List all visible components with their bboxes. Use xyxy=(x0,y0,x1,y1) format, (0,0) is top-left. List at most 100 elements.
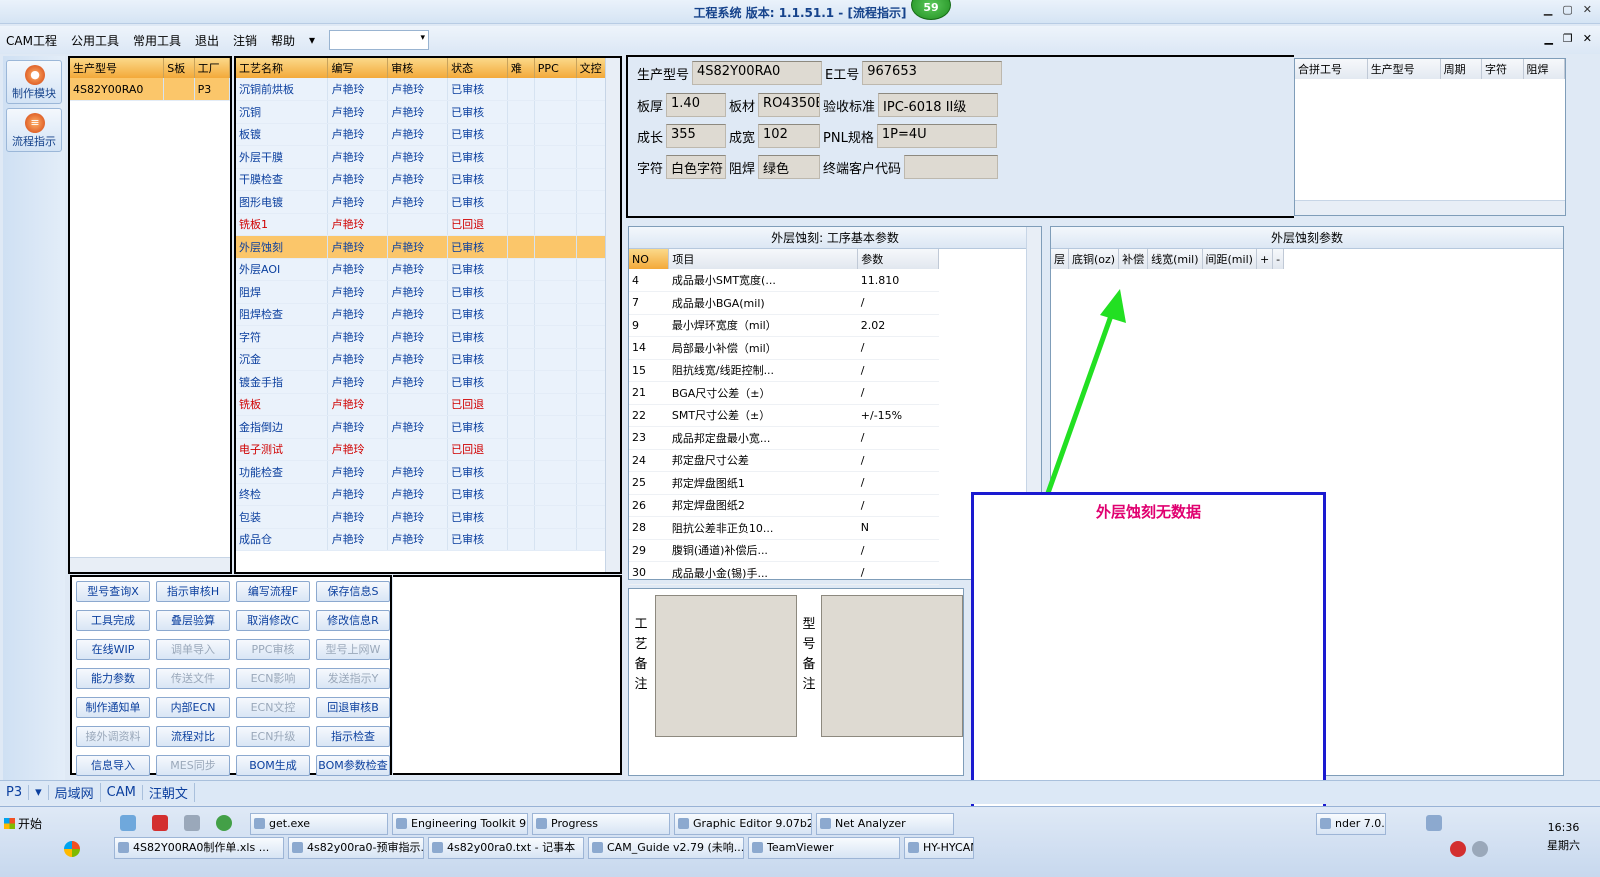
menu-public-tools[interactable]: 公用工具 xyxy=(71,32,119,49)
model-col-header[interactable]: 工厂 xyxy=(194,58,231,78)
action-button[interactable]: 接外调资料 xyxy=(76,726,150,747)
taskbar-button[interactable]: Engineering Toolkit 9.... xyxy=(392,813,528,835)
action-button[interactable]: 指示审核H xyxy=(156,581,230,602)
etch-col-header[interactable]: 层 xyxy=(1051,249,1069,269)
table-row[interactable]: 7 成品最小BGA(mil) / xyxy=(629,291,939,315)
process-col-header[interactable]: 编写 xyxy=(327,58,389,78)
table-row[interactable]: 26 邦定焊盘图纸2/ xyxy=(629,494,939,517)
status-dropdown-icon[interactable]: ▾ xyxy=(29,785,49,800)
table-row[interactable]: 外层干膜 卢艳玲 卢艳玲 已审核 xyxy=(236,145,621,169)
process-col-header[interactable]: PPC xyxy=(534,58,577,78)
action-button[interactable]: 编写流程F xyxy=(236,581,310,602)
taskbar-button[interactable]: 4s82y00ra0-预审指示.x... xyxy=(288,837,424,859)
action-button[interactable]: BOM生成 xyxy=(236,755,310,776)
process-col-header[interactable]: 工艺名称 xyxy=(236,58,329,78)
table-row[interactable]: 外层AOI 卢艳玲 卢艳玲 已审核 xyxy=(236,258,621,281)
maximize-icon[interactable]: ▢ xyxy=(1562,3,1572,16)
table-row[interactable]: 沉铜 卢艳玲 卢艳玲 已审核 xyxy=(236,100,621,124)
etch-col-header[interactable]: - xyxy=(1272,249,1285,269)
mask-field[interactable]: 绿色 xyxy=(758,155,821,179)
table-row[interactable]: 24 邦定盘尺寸公差 / xyxy=(629,449,939,472)
action-button[interactable]: MES同步 xyxy=(156,755,230,776)
action-button[interactable]: 修改信息R xyxy=(316,610,390,631)
process-vscroll[interactable] xyxy=(605,58,620,572)
table-row[interactable]: 包装 卢艳玲 卢艳玲 已审核 xyxy=(236,505,621,529)
table-row[interactable]: 9 最小焊环宽度（mil） 2.02 xyxy=(629,314,939,337)
action-button[interactable]: 型号查询X xyxy=(76,581,150,602)
taskbar-button[interactable]: Progress xyxy=(532,813,670,835)
customer-field[interactable] xyxy=(904,155,999,179)
table-row[interactable]: 25 邦定焊盘图纸1/ xyxy=(629,471,939,495)
params-col-header[interactable]: 参数 xyxy=(857,249,939,269)
etch-col-header[interactable]: 补偿 xyxy=(1118,249,1149,269)
etch-col-header[interactable]: 线宽(mil) xyxy=(1147,249,1203,269)
combine-col-header[interactable]: 字符 xyxy=(1481,59,1524,79)
close-icon[interactable]: ✕ xyxy=(1583,3,1592,16)
action-button[interactable]: 工具完成 xyxy=(76,610,150,631)
taskbar-button[interactable]: HY-HYCAM xyxy=(904,837,974,859)
combine-hscroll[interactable] xyxy=(1295,200,1565,215)
table-row[interactable]: 21 BGA尺寸公差（±） / xyxy=(629,381,939,405)
table-row[interactable]: 22 SMT尺寸公差（±） +/-15% xyxy=(629,404,939,427)
table-row[interactable]: 图形电镀 卢艳玲 卢艳玲 已审核 xyxy=(236,190,621,214)
make-module-button[interactable]: ● 制作模块 xyxy=(6,60,62,104)
action-button[interactable]: 调单导入 xyxy=(156,639,230,660)
taskbar-button[interactable]: 4s82y00ra0.txt - 记事本 xyxy=(428,837,584,859)
standard-field[interactable]: IPC-6018 II级 xyxy=(878,93,999,117)
table-row[interactable]: 沉金 卢艳玲 卢艳玲 已审核 xyxy=(236,348,621,371)
eno-field[interactable]: 967653 xyxy=(862,61,1003,85)
table-row[interactable]: 字符 卢艳玲 卢艳玲 已审核 xyxy=(236,325,621,349)
model-col-header[interactable]: S板 xyxy=(163,58,195,78)
table-row[interactable]: 铣板1 卢艳玲 已回退 xyxy=(236,213,621,236)
minimize-icon[interactable]: ▁ xyxy=(1544,3,1552,16)
volume-icon[interactable] xyxy=(1472,841,1488,857)
action-button[interactable]: 指示检查 xyxy=(316,726,390,747)
menu-help[interactable]: 帮助 xyxy=(271,32,295,49)
quicklaunch-calc-icon[interactable] xyxy=(184,815,200,831)
action-button[interactable]: 保存信息S xyxy=(316,581,390,602)
combine-col-header[interactable]: 合拼工号 xyxy=(1295,59,1368,79)
taskbar-button[interactable]: 4S82Y00RA0制作单.xls ... xyxy=(114,837,284,859)
action-button[interactable]: 能力参数 xyxy=(76,668,150,689)
menu-common-tools[interactable]: 常用工具 xyxy=(133,32,181,49)
taskbar-button[interactable]: CAM_Guide v2.79 (未响... xyxy=(588,837,744,859)
quicklaunch-browser-icon[interactable] xyxy=(216,815,232,831)
flow-guide-button[interactable]: ≡ 流程指示 xyxy=(6,108,62,152)
table-row[interactable]: 15 阻抗线宽/线距控制... / xyxy=(629,359,939,382)
table-row[interactable]: 29 腹铜(通道)补偿后... / xyxy=(629,539,939,562)
action-button[interactable]: 在线WIP xyxy=(76,639,150,660)
action-button[interactable]: PPC审核 xyxy=(236,639,310,660)
action-button[interactable]: ECN文控 xyxy=(236,697,310,718)
table-row[interactable]: 阻焊 卢艳玲 卢艳玲 已审核 xyxy=(236,280,621,304)
material-field[interactable]: RO4350B xyxy=(758,93,821,117)
table-row[interactable]: 23 成品邦定盘最小宽... / xyxy=(629,426,939,450)
table-row[interactable]: 沉铜前烘板 卢艳玲 卢艳玲 已审核 xyxy=(236,78,621,101)
table-row[interactable]: 4 成品最小SMT宽度(... 11.810 xyxy=(629,269,939,292)
char-field[interactable]: 白色字符 xyxy=(666,155,727,179)
table-row[interactable]: 终检 卢艳玲 卢艳玲 已审核 xyxy=(236,483,621,506)
table-row[interactable]: 金指倒边 卢艳玲 卢艳玲 已审核 xyxy=(236,415,621,439)
taskbar-button[interactable]: Net Analyzer xyxy=(816,813,954,835)
action-button[interactable]: 传送文件 xyxy=(156,668,230,689)
etch-col-header[interactable]: + xyxy=(1256,249,1274,269)
params-col-header[interactable]: 项目 xyxy=(668,249,859,269)
taskbar-button[interactable]: nder 7.0... xyxy=(1316,813,1386,835)
process-col-header[interactable]: 状态 xyxy=(447,58,508,78)
menu-exit[interactable]: 退出 xyxy=(195,32,219,49)
taskbar-button[interactable]: Graphic Editor 9.07b2... xyxy=(674,813,812,835)
combine-col-header[interactable]: 周期 xyxy=(1440,59,1483,79)
action-button[interactable]: 回退审核B xyxy=(316,697,390,718)
menu-overflow-icon[interactable]: ▾ xyxy=(309,33,315,47)
quicklaunch-pdf-icon[interactable] xyxy=(152,815,168,831)
menu-logout[interactable]: 注销 xyxy=(233,32,257,49)
table-row[interactable]: 镀金手指 卢艳玲 卢艳玲 已审核 xyxy=(236,370,621,394)
length-field[interactable]: 355 xyxy=(666,124,727,148)
model-notes-textarea[interactable] xyxy=(821,595,963,737)
model-col-header[interactable]: 生产型号 xyxy=(70,58,165,78)
combine-col-header[interactable]: 阻焊 xyxy=(1523,59,1565,79)
combine-col-header[interactable]: 生产型号 xyxy=(1367,59,1441,79)
clock[interactable]: 16:36 星期六 xyxy=(1547,819,1580,855)
action-button[interactable]: 制作通知单 xyxy=(76,697,150,718)
thickness-field[interactable]: 1.40 xyxy=(666,93,727,117)
action-button[interactable]: 信息导入 xyxy=(76,755,150,776)
